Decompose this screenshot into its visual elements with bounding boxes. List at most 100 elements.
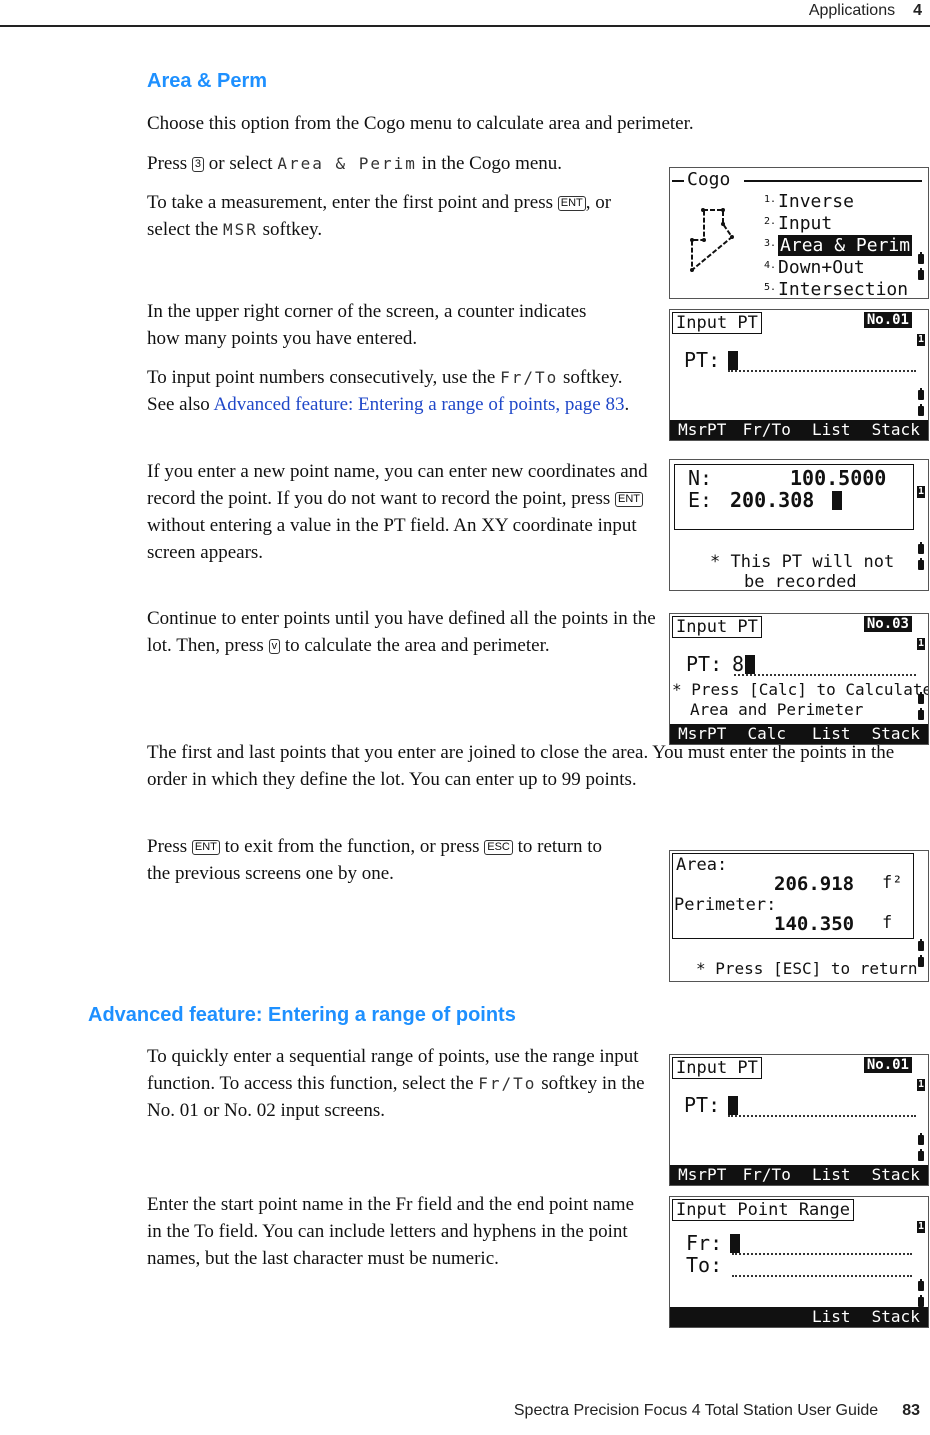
softkey-msrpt[interactable]: MsrPT	[670, 420, 735, 440]
menu-item-area-perim[interactable]: 3. Area & Perim	[764, 233, 913, 256]
paragraph-exit: Press ENT to exit from the function, or …	[147, 833, 627, 887]
text-cursor	[730, 1234, 740, 1253]
screen-input-pt-01: Input PT No.01 1 PT: MsrPT Fr/To List St…	[669, 309, 929, 441]
softkey-stack[interactable]: Stack	[864, 724, 929, 744]
battery-icon	[918, 404, 924, 416]
text-cursor	[745, 655, 755, 674]
pt-input-field[interactable]	[728, 370, 916, 372]
item-label: Intersection	[778, 279, 909, 299]
screen-area-result: Area: 206.918 f² Perimeter: 140.350 f * …	[669, 850, 929, 982]
item-number: 1.	[764, 194, 777, 205]
perimeter-label: Perimeter:	[674, 895, 777, 915]
intro-text: Choose this option from the Cogo menu to…	[147, 113, 694, 134]
softkey-stack[interactable]: Stack	[864, 1307, 929, 1327]
key-ent: ENT	[615, 492, 644, 507]
battery-icon	[918, 708, 924, 720]
to-input-field[interactable]	[732, 1275, 912, 1277]
north-label: N:	[688, 466, 713, 490]
page-indicator-icon: 1	[917, 1079, 925, 1091]
menu-item-down-out[interactable]: 4. Down+Out	[764, 255, 865, 278]
key-ent: ENT	[557, 196, 586, 211]
softkey-list[interactable]: List	[799, 724, 864, 744]
area-value: 206.918	[774, 873, 855, 895]
battery-icon	[918, 388, 924, 400]
battery-icon	[918, 1295, 924, 1307]
pt-value[interactable]: 8	[732, 652, 744, 676]
item-number: 5.	[764, 282, 777, 293]
counter-text: In the upper right corner of the screen,…	[147, 301, 587, 349]
battery-icon	[918, 939, 924, 951]
text: .	[624, 394, 630, 415]
note-line-1: * Press [Calc] to Calculate	[672, 680, 929, 699]
paragraph-new-point: If you enter a new point name, you can e…	[147, 458, 652, 566]
text: Press	[147, 153, 192, 174]
item-number: 2.	[764, 216, 777, 227]
pt-input-field[interactable]	[734, 674, 916, 676]
perimeter-unit: f	[882, 913, 893, 933]
area-unit: f²	[882, 873, 903, 893]
text: If you enter a new point name, you can e…	[147, 461, 648, 509]
battery-icon	[918, 542, 924, 554]
screen-title: Input PT	[672, 1057, 762, 1079]
softkey-list[interactable]: List	[799, 420, 864, 440]
menu-item-inverse[interactable]: 1. Inverse	[764, 189, 854, 212]
screen-input-pt-03: Input PT No.03 1 PT: 8 * Press [Calc] to…	[669, 613, 929, 745]
softkey-msrpt[interactable]: MsrPT	[670, 1165, 735, 1185]
page-indicator-icon: 1	[917, 1221, 925, 1233]
softkey-fr-to[interactable]: Fr/To	[735, 1165, 800, 1185]
paragraph-fr-to: To input point numbers consecutively, us…	[147, 364, 647, 418]
section-title-area-perm: Area & Perm	[147, 70, 268, 92]
battery-icon	[918, 692, 924, 704]
to-label: To:	[686, 1253, 723, 1277]
menu-item-input[interactable]: 2. Input	[764, 211, 832, 234]
battery-icon	[918, 1133, 924, 1145]
battery-icon	[918, 955, 924, 967]
battery-icon	[918, 1149, 924, 1161]
item-number: 3.	[764, 238, 777, 249]
softkey-calc[interactable]: Calc	[735, 724, 800, 744]
item-label: Down+Out	[778, 257, 865, 278]
text: To take a measurement, enter the first p…	[147, 192, 558, 213]
softkey-bar: MsrPT Calc List Stack	[670, 724, 928, 744]
key-down: v	[268, 639, 281, 654]
softkey-stack[interactable]: Stack	[864, 420, 929, 440]
intro-paragraph: Choose this option from the Cogo menu to…	[147, 110, 907, 137]
title-rule-left	[672, 180, 684, 182]
softkey-list[interactable]: List	[799, 1165, 864, 1185]
softkey-list[interactable]: List	[799, 1307, 864, 1327]
softkey-bar: MsrPT Fr/To List Stack	[670, 1165, 928, 1185]
east-value[interactable]: 200.308	[730, 488, 814, 512]
north-value[interactable]: 100.5000	[790, 466, 886, 490]
battery-icon	[918, 1279, 924, 1291]
first-last-text: The first and last points that you enter…	[147, 742, 895, 790]
softkey-empty	[670, 1307, 799, 1327]
note-esc: * Press [ESC] to return	[696, 959, 918, 978]
key-ent: ENT	[191, 840, 220, 855]
lcd-text-area-perim: Area & Perim	[277, 154, 417, 173]
text-cursor	[728, 1096, 738, 1115]
page-indicator-icon: 1	[917, 486, 925, 498]
screen-title: Input PT	[672, 616, 762, 638]
text: softkey.	[257, 219, 323, 240]
softkey-bar: MsrPT Fr/To List Stack	[670, 420, 928, 440]
screen-coordinate-input: N: 100.5000 E: 200.308 1 * This PT will …	[669, 459, 929, 591]
text: to calculate the area and perimeter.	[280, 635, 550, 656]
softkey-fr-to[interactable]: Fr/To	[735, 420, 800, 440]
softkey-bar: List Stack	[670, 1307, 928, 1327]
link-advanced-feature[interactable]: Advanced feature: Entering a range of po…	[214, 394, 625, 415]
lcd-text-fr-to: Fr/To	[500, 368, 559, 387]
softkey-msrpt[interactable]: MsrPT	[670, 724, 735, 744]
pt-input-field[interactable]	[728, 1115, 916, 1117]
text: To input point numbers consecutively, us…	[147, 367, 501, 388]
area-label: Area:	[676, 855, 728, 875]
start-end-text: Enter the start point name in the Fr fie…	[147, 1194, 635, 1269]
note-line-2: Area and Perimeter	[690, 700, 864, 719]
paragraph-take-measurement: To take a measurement, enter the first p…	[147, 189, 647, 243]
key-3: 3	[191, 157, 204, 172]
header-rule	[0, 25, 930, 27]
lcd-text-fr-to: Fr/To	[478, 1074, 537, 1093]
fr-input-field[interactable]	[732, 1253, 912, 1255]
paragraph-counter: In the upper right corner of the screen,…	[147, 298, 617, 352]
softkey-stack[interactable]: Stack	[864, 1165, 929, 1185]
menu-item-intersection[interactable]: 5. Intersection	[764, 277, 909, 299]
